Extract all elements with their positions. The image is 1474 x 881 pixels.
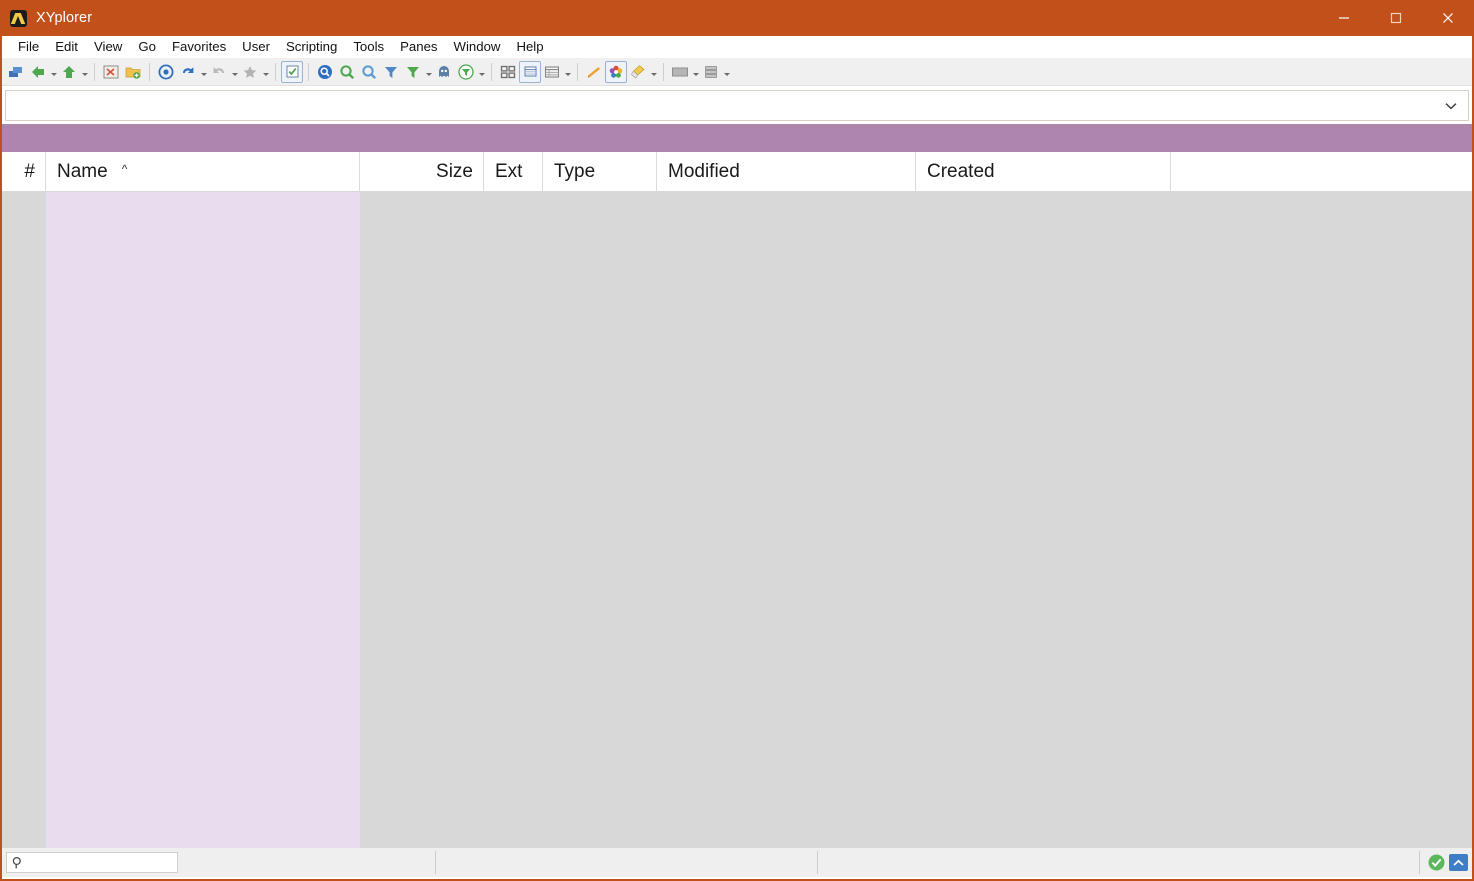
back-arrow-icon[interactable] (27, 60, 49, 84)
up-dropdown-arrow-icon[interactable] (80, 60, 89, 84)
info-panel-icon[interactable] (583, 60, 605, 84)
menu-bar: File Edit View Go Favorites User Scripti… (2, 36, 1472, 58)
menu-item-go[interactable]: Go (130, 37, 164, 58)
column-header-size[interactable]: Size (360, 151, 484, 192)
toolbar-separator (149, 62, 150, 81)
xyplorer-window: XYplorer File Edit View Go Favorites Use… (0, 0, 1474, 881)
xyplorer-logo-icon (10, 9, 27, 27)
column-header-ext[interactable]: Ext (484, 151, 543, 192)
status-divider (435, 851, 436, 874)
menu-item-scripting[interactable]: Scripting (278, 37, 345, 58)
column-header-name[interactable]: Name ^ (46, 151, 360, 192)
list-layout-dropdown-arrow-icon[interactable] (722, 60, 731, 84)
list-layout-icon[interactable] (700, 60, 722, 84)
up-arrow-icon[interactable] (58, 60, 80, 84)
close-button[interactable] (1422, 0, 1474, 36)
preview-pane-icon[interactable] (669, 60, 691, 84)
filter-green-icon[interactable] (402, 60, 424, 84)
toolbar-separator (663, 62, 664, 81)
visual-filter-icon[interactable] (455, 60, 477, 84)
chevron-down-icon[interactable] (1442, 102, 1460, 110)
list-view-dropdown-arrow-icon[interactable] (563, 60, 572, 84)
status-bar (2, 848, 1472, 877)
visual-filter-dropdown-arrow-icon[interactable] (477, 60, 486, 84)
title-bar: XYplorer (0, 0, 1474, 36)
favorite-dropdown-arrow-icon[interactable] (261, 60, 270, 84)
toolbar-separator (94, 62, 95, 81)
thumbnail-view-icon[interactable] (497, 60, 519, 84)
minimize-button[interactable] (1318, 0, 1370, 36)
checkbox-select-icon[interactable] (281, 60, 303, 83)
menu-item-favorites[interactable]: Favorites (164, 37, 234, 58)
back-dropdown-arrow-icon[interactable] (49, 60, 58, 84)
color-filters-icon[interactable] (605, 60, 627, 83)
menu-item-tools[interactable]: Tools (345, 37, 392, 58)
menu-item-view[interactable]: View (86, 37, 130, 58)
column-header-type[interactable]: Type (543, 151, 657, 192)
column-header-size-label: Size (436, 160, 473, 182)
filter-blue-icon[interactable] (380, 60, 402, 84)
favorite-star-icon[interactable] (239, 60, 261, 84)
file-list-column-headers: # Name ^ Size Ext Type Modified Created (2, 151, 1472, 192)
menu-item-file[interactable]: File (10, 37, 47, 58)
column-header-modified-label: Modified (668, 160, 740, 182)
status-divider (1419, 851, 1420, 874)
address-bar (2, 87, 1472, 124)
list-view-icon[interactable] (541, 60, 563, 84)
undo-icon[interactable] (177, 60, 199, 84)
highlighter-dropdown-arrow-icon[interactable] (649, 60, 658, 84)
maximize-button[interactable] (1370, 0, 1422, 36)
column-header-type-label: Type (554, 160, 596, 182)
preview-pane-dropdown-arrow-icon[interactable] (691, 60, 700, 84)
status-bar-icons (1428, 848, 1468, 877)
magnifier-icon (11, 856, 25, 870)
status-ok-icon[interactable] (1428, 854, 1445, 871)
status-divider (817, 851, 818, 874)
redo-icon[interactable] (208, 60, 230, 84)
undo-dropdown-arrow-icon[interactable] (199, 60, 208, 84)
target-locate-icon[interactable] (155, 60, 177, 84)
menu-item-help[interactable]: Help (508, 37, 551, 58)
sort-ascending-icon: ^ (121, 161, 128, 176)
window-title: XYplorer (36, 10, 93, 26)
window-controls (1318, 0, 1474, 36)
column-header-name-label: Name (57, 160, 108, 182)
toolbar-separator (275, 62, 276, 81)
toggle-tree-icon[interactable] (100, 60, 122, 84)
breadcrumb-band[interactable] (2, 124, 1472, 152)
column-header-empty[interactable] (1171, 152, 1472, 192)
column-header-index-label: # (24, 160, 35, 182)
find-files-green-icon[interactable] (336, 60, 358, 84)
column-header-created-label: Created (927, 160, 995, 182)
address-input[interactable] (5, 90, 1469, 121)
menu-item-window[interactable]: Window (446, 37, 509, 58)
menu-item-edit[interactable]: Edit (47, 37, 86, 58)
find-files-blue-icon[interactable] (314, 60, 336, 84)
file-list-body[interactable] (2, 192, 1472, 848)
toolbar-separator (491, 62, 492, 81)
details-view-icon[interactable] (519, 60, 541, 83)
toolbar (2, 58, 1472, 86)
scroll-up-icon[interactable] (1449, 854, 1468, 871)
find-files-light-icon[interactable] (358, 60, 380, 84)
column-header-ext-label: Ext (495, 160, 523, 182)
highlighter-icon[interactable] (627, 60, 649, 84)
new-tab-icon[interactable] (5, 60, 27, 84)
toolbar-separator (577, 62, 578, 81)
redo-dropdown-arrow-icon[interactable] (230, 60, 239, 84)
column-header-index[interactable]: # (2, 151, 46, 192)
filter-dropdown-arrow-icon[interactable] (424, 60, 433, 84)
menu-item-panes[interactable]: Panes (392, 37, 445, 58)
column-header-modified[interactable]: Modified (657, 151, 916, 192)
toolbar-separator (308, 62, 309, 81)
column-header-created[interactable]: Created (916, 151, 1171, 192)
new-folder-icon[interactable] (122, 60, 144, 84)
menu-item-user[interactable]: User (234, 37, 278, 58)
sorted-column-highlight (46, 192, 360, 848)
status-search-input[interactable] (6, 852, 178, 873)
ghost-filter-icon[interactable] (433, 60, 455, 84)
